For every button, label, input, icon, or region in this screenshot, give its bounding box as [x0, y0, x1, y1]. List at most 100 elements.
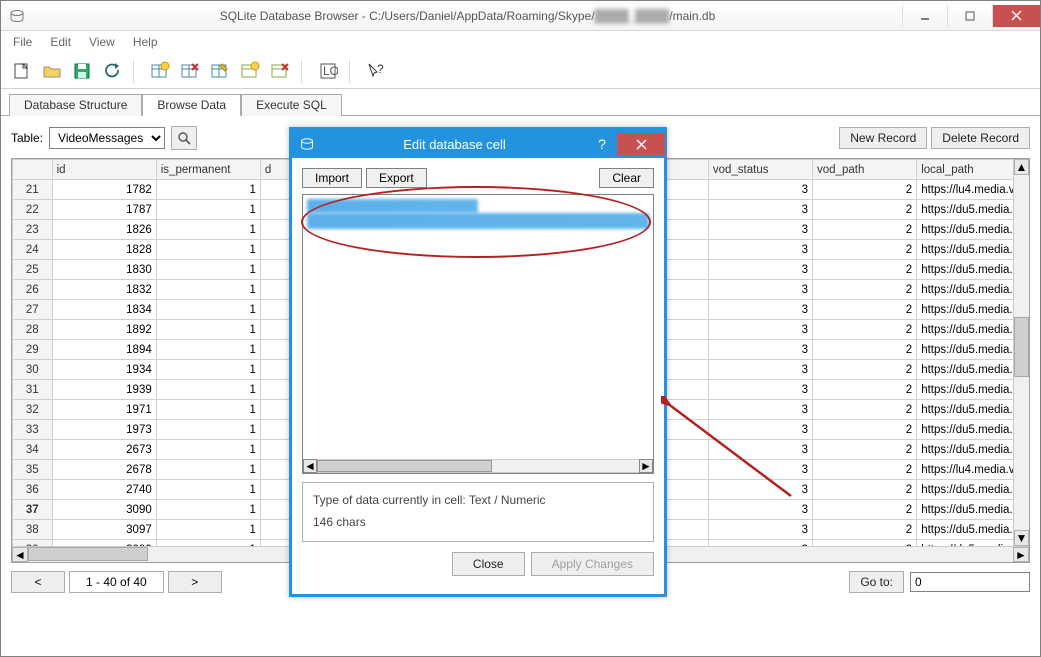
cell[interactable]: 1: [156, 440, 260, 460]
cell[interactable]: https://du5.media.v: [917, 200, 1028, 220]
cell[interactable]: 2: [813, 220, 917, 240]
cell[interactable]: 1: [156, 360, 260, 380]
dialog-hscroll-thumb[interactable]: [317, 460, 492, 472]
cell[interactable]: 1: [156, 340, 260, 360]
row-number[interactable]: 37: [13, 500, 53, 520]
cell[interactable]: https://du5.media.v: [917, 240, 1028, 260]
cell[interactable]: 1: [156, 420, 260, 440]
row-number[interactable]: 36: [13, 480, 53, 500]
cell[interactable]: 3: [708, 380, 812, 400]
cell[interactable]: [260, 500, 291, 520]
cell[interactable]: 2: [813, 480, 917, 500]
row-number[interactable]: 25: [13, 260, 53, 280]
cell[interactable]: 2: [813, 380, 917, 400]
cell[interactable]: https://du5.media.v: [917, 320, 1028, 340]
cell[interactable]: 3: [708, 520, 812, 540]
row-number[interactable]: 28: [13, 320, 53, 340]
cell[interactable]: 3: [708, 200, 812, 220]
scroll-down-icon[interactable]: ▼: [1014, 530, 1029, 546]
cell[interactable]: 3090: [52, 500, 156, 520]
cell[interactable]: 3: [708, 460, 812, 480]
column-header[interactable]: local_path: [917, 160, 1028, 180]
cell[interactable]: [260, 320, 291, 340]
scroll-thumb[interactable]: [1014, 317, 1029, 377]
cell[interactable]: 1894: [52, 340, 156, 360]
cell[interactable]: 1: [156, 520, 260, 540]
cell[interactable]: [260, 260, 291, 280]
dialog-close-button[interactable]: [617, 133, 665, 155]
cell[interactable]: [260, 400, 291, 420]
dialog-help-button[interactable]: ?: [587, 136, 617, 152]
cell[interactable]: https://du5.media.v: [917, 260, 1028, 280]
row-number[interactable]: 31: [13, 380, 53, 400]
cell[interactable]: 3: [708, 180, 812, 200]
delete-index-icon[interactable]: [266, 57, 294, 85]
dialog-close-action[interactable]: Close: [452, 552, 525, 576]
dialog-apply-button[interactable]: Apply Changes: [531, 552, 654, 576]
revert-icon[interactable]: [98, 57, 126, 85]
cell[interactable]: 3: [708, 260, 812, 280]
cell[interactable]: 2: [813, 500, 917, 520]
cell[interactable]: 1: [156, 200, 260, 220]
cell[interactable]: 3: [708, 300, 812, 320]
cell[interactable]: 2: [813, 340, 917, 360]
column-header[interactable]: d: [260, 160, 291, 180]
cell[interactable]: 3: [708, 240, 812, 260]
cell[interactable]: [260, 360, 291, 380]
cell[interactable]: [260, 200, 291, 220]
create-table-icon[interactable]: [146, 57, 174, 85]
cell[interactable]: 3: [708, 280, 812, 300]
row-number[interactable]: 24: [13, 240, 53, 260]
cell[interactable]: 1: [156, 400, 260, 420]
cell[interactable]: 1: [156, 500, 260, 520]
cell[interactable]: 1782: [52, 180, 156, 200]
new-record-button[interactable]: New Record: [839, 127, 927, 149]
cell[interactable]: 1826: [52, 220, 156, 240]
cell[interactable]: 3: [708, 320, 812, 340]
cell[interactable]: 2673: [52, 440, 156, 460]
cell[interactable]: 2: [813, 360, 917, 380]
dialog-import-button[interactable]: Import: [302, 168, 362, 188]
cell[interactable]: 3: [708, 440, 812, 460]
row-number[interactable]: 35: [13, 460, 53, 480]
cell[interactable]: 1: [156, 380, 260, 400]
cell[interactable]: https://du5.media.v: [917, 480, 1028, 500]
column-header[interactable]: is_permanent: [156, 160, 260, 180]
cell[interactable]: [260, 240, 291, 260]
log-icon[interactable]: LOG: [314, 57, 342, 85]
delete-table-icon[interactable]: [176, 57, 204, 85]
tab-sql[interactable]: Execute SQL: [241, 94, 342, 116]
pager-next-button[interactable]: >: [168, 571, 222, 593]
cell[interactable]: 1971: [52, 400, 156, 420]
cell[interactable]: 1830: [52, 260, 156, 280]
cell[interactable]: [260, 480, 291, 500]
cell[interactable]: 2: [813, 420, 917, 440]
cell[interactable]: 2: [813, 200, 917, 220]
menu-view[interactable]: View: [81, 33, 123, 53]
cell[interactable]: 1: [156, 180, 260, 200]
cell[interactable]: 2678: [52, 460, 156, 480]
row-number[interactable]: 33: [13, 420, 53, 440]
cell[interactable]: 1: [156, 460, 260, 480]
cell[interactable]: 1828: [52, 240, 156, 260]
cell[interactable]: [260, 300, 291, 320]
cell[interactable]: 1: [156, 260, 260, 280]
row-number[interactable]: 32: [13, 400, 53, 420]
cell[interactable]: [260, 220, 291, 240]
row-number[interactable]: 26: [13, 280, 53, 300]
menu-edit[interactable]: Edit: [42, 33, 79, 53]
cell[interactable]: 2740: [52, 480, 156, 500]
cell[interactable]: [260, 460, 291, 480]
cell[interactable]: 1: [156, 300, 260, 320]
cell[interactable]: https://du5.media.v: [917, 360, 1028, 380]
cell[interactable]: 3: [708, 340, 812, 360]
maximize-button[interactable]: [947, 5, 992, 27]
cell[interactable]: https://du5.media.v: [917, 300, 1028, 320]
cell[interactable]: 3: [708, 480, 812, 500]
whatsthis-icon[interactable]: ?: [362, 57, 390, 85]
cell[interactable]: 1934: [52, 360, 156, 380]
goto-button[interactable]: Go to:: [849, 571, 904, 593]
cell[interactable]: 2: [813, 300, 917, 320]
cell[interactable]: 3: [708, 360, 812, 380]
cell[interactable]: 2: [813, 520, 917, 540]
